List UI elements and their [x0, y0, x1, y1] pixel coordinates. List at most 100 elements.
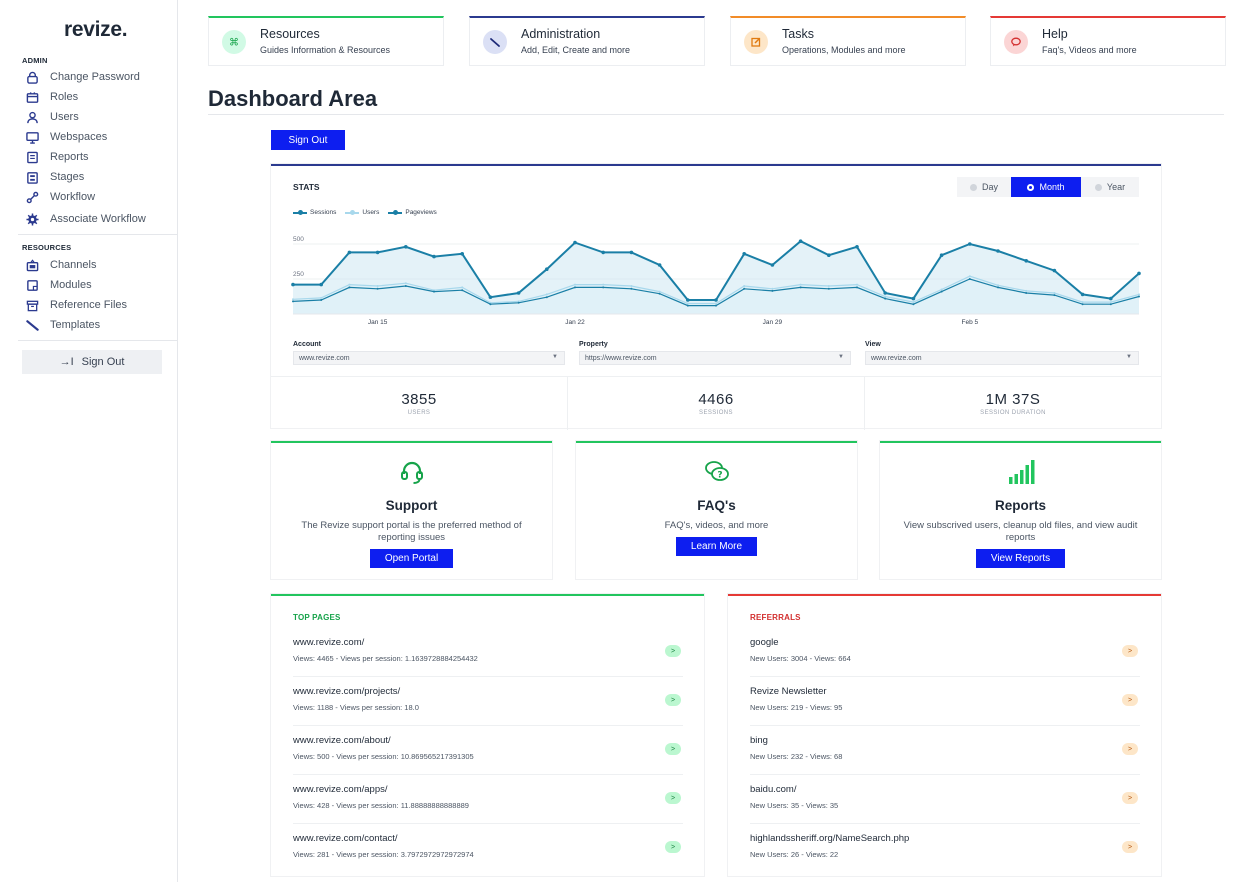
page-url: www.revize.com/projects/ [293, 686, 401, 697]
list-item[interactable]: highlandssheriff.org/NameSearch.php New … [750, 824, 1140, 873]
view-reports-button[interactable]: View Reports [975, 549, 1066, 568]
chevron-right-icon[interactable]: > [1122, 841, 1138, 853]
list-item[interactable]: www.revize.com/projects/ Views: 1188 - V… [293, 677, 683, 726]
signout-button[interactable]: Sign Out [271, 130, 345, 150]
sidebar-item-associate-workflow[interactable]: Associate Workflow [26, 210, 146, 228]
top-card-title: Tasks [782, 27, 814, 41]
chevron-right-icon[interactable]: > [1122, 694, 1138, 706]
sidebar-item-label: Roles [50, 91, 79, 103]
chart-point-sessions [968, 242, 972, 246]
referrals-panel: REFERRALS google New Users: 3004 - Views… [728, 594, 1161, 876]
signout-label: Sign Out [81, 356, 125, 368]
property-select[interactable]: https://www.revize.com ▼ [579, 351, 851, 365]
svg-text:?: ? [717, 471, 722, 481]
chevron-right-icon[interactable]: > [1122, 792, 1138, 804]
sidebar-item-templates[interactable]: Templates [26, 316, 100, 334]
sidebar-signout-button[interactable]: →I Sign Out [22, 350, 162, 374]
legend-item[interactable]: Sessions [293, 209, 336, 216]
sidebar-item-stages[interactable]: Stages [26, 168, 84, 186]
legend-item[interactable]: Users [345, 209, 379, 216]
svg-text:⌘: ⌘ [229, 38, 239, 49]
sidebar-item-webspaces[interactable]: Webspaces [26, 128, 107, 146]
chart-point-users [686, 302, 689, 305]
sidebar-item-reference-files[interactable]: Reference Files [26, 296, 127, 314]
chart-point-sessions [629, 250, 634, 255]
list-item[interactable]: www.revize.com/apps/ Views: 428 - Views … [293, 775, 683, 824]
range-day-button[interactable]: Day [957, 177, 1011, 197]
list-item[interactable]: baidu.com/ New Users: 35 - Views: 35 > [750, 775, 1140, 824]
list-item[interactable]: www.revize.com/contact/ Views: 281 - Vie… [293, 824, 683, 873]
view-select[interactable]: www.revize.com ▼ [865, 351, 1139, 365]
chevron-right-icon[interactable]: > [665, 645, 681, 657]
radio-icon [1094, 183, 1102, 191]
sidebar-item-label: Webspaces [50, 131, 108, 143]
chart-point-sessions [855, 245, 859, 249]
legend-item[interactable]: Pageviews [388, 209, 437, 216]
legend-label: Sessions [310, 209, 337, 216]
stages-icon [27, 171, 38, 184]
open-portal-button[interactable]: Open Portal [369, 549, 454, 568]
chart-point-pageviews [545, 296, 548, 299]
chevron-right-icon[interactable]: > [665, 792, 681, 804]
page-stats: Views: 500 - Views per session: 10.86956… [293, 752, 474, 761]
chart-point-pageviews [320, 299, 323, 301]
stats-title: STATS [293, 182, 320, 192]
chevron-right-icon[interactable]: > [665, 841, 681, 853]
chart-point-pageviews [912, 303, 915, 306]
chart-point-sessions [1137, 271, 1141, 276]
top-pages-panel: TOP PAGES www.revize.com/ Views: 4465 - … [271, 594, 704, 876]
chart-point-users [912, 301, 915, 304]
chart-point-users [1109, 301, 1112, 304]
stats-panel: STATS Day Month Year Sessions Users Page… [271, 164, 1161, 430]
sidebar-item-users[interactable]: Users [26, 108, 79, 126]
faq-icon: ? [703, 458, 731, 486]
list-item[interactable]: www.revize.com/ Views: 4465 - Views per … [293, 628, 683, 677]
chevron-right-icon[interactable]: > [1122, 743, 1138, 755]
list-item[interactable]: google New Users: 3004 - Views: 664 > [750, 628, 1140, 677]
monitor-icon [26, 131, 39, 144]
top-card-help[interactable]: Help Faq's, Videos and more [990, 16, 1226, 66]
range-label: Day [981, 182, 998, 192]
page-url: www.revize.com/about/ [293, 735, 391, 746]
chart-point-users [1138, 293, 1140, 296]
sidebar-item-change-password[interactable]: Change Password [26, 68, 140, 86]
top-card-administration[interactable]: Administration Add, Edit, Create and mor… [469, 16, 705, 66]
reports-card: Reports View subscrived users, cleanup o… [880, 441, 1161, 579]
chevron-right-icon[interactable]: > [1122, 645, 1138, 657]
legend-swatch [345, 209, 360, 215]
sidebar-item-channels[interactable]: Channels [26, 256, 96, 274]
chart-point-pageviews [856, 286, 858, 289]
list-item[interactable]: www.revize.com/about/ Views: 500 - Views… [293, 726, 683, 775]
sidebar-item-roles[interactable]: Roles [26, 88, 78, 106]
chart-point-pageviews [602, 286, 605, 289]
chart-point-users [376, 285, 379, 287]
chart-point-pageviews [997, 286, 999, 289]
top-card-resources[interactable]: ⌘ Resources Guides Information & Resourc… [208, 16, 444, 66]
revize-logo[interactable]: revize. [64, 18, 128, 42]
top-card-text: Help Faq's, Videos and more [1042, 18, 1137, 55]
chart-point-pageviews [1138, 295, 1140, 298]
chevron-right-icon[interactable]: > [665, 743, 681, 755]
radio-icon [969, 183, 977, 191]
sidebar-item-label: Channels [50, 259, 97, 271]
range-month-button[interactable]: Month [1011, 177, 1081, 197]
learn-more-button[interactable]: Learn More [675, 537, 758, 556]
top-card-tasks[interactable]: Tasks Operations, Modules and more [730, 16, 966, 66]
list-item[interactable]: Revize Newsletter New Users: 219 - Views… [750, 677, 1140, 726]
list-item[interactable]: bing New Users: 232 - Views: 68 > [750, 726, 1140, 775]
sidebar-item-reports[interactable]: Reports [26, 148, 89, 166]
sidebar-item-label: Templates [50, 319, 101, 331]
sidebar-item-workflow[interactable]: Workflow [26, 188, 95, 206]
sidebar-item-modules[interactable]: Modules [26, 276, 92, 294]
chevron-right-icon[interactable]: > [665, 694, 681, 706]
chat-icon [1004, 30, 1028, 54]
chart-point-sessions [516, 291, 521, 295]
chart-y-tick-label: 250 [293, 271, 304, 278]
chart-point-pageviews [884, 297, 887, 300]
chart-point-sessions [1052, 268, 1057, 273]
range-year-button[interactable]: Year [1081, 177, 1139, 197]
chart-point-users [461, 286, 464, 289]
account-select[interactable]: www.revize.com ▼ [293, 351, 565, 365]
chart-point-pageviews [1081, 303, 1084, 306]
chart-point-users [292, 298, 294, 301]
